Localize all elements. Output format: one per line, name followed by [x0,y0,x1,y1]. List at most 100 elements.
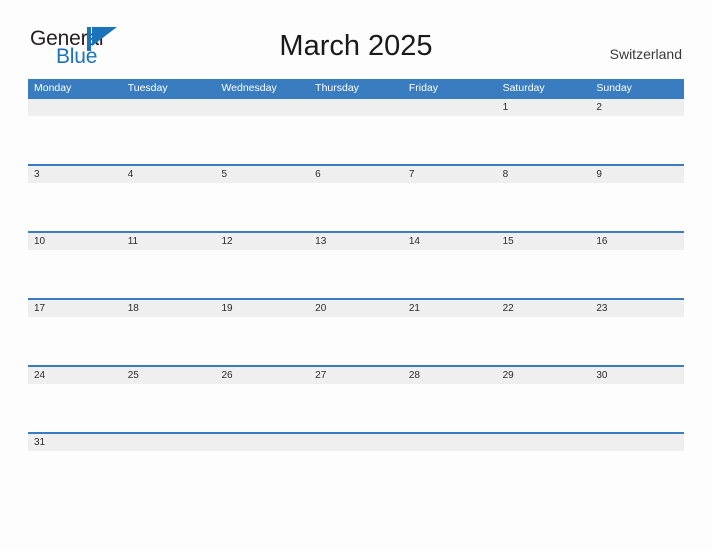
day-note-cell[interactable] [590,116,684,164]
day-number[interactable]: 24 [28,367,122,384]
day-number[interactable]: 25 [122,367,216,384]
day-note-cell[interactable] [309,183,403,231]
day-number[interactable] [590,434,684,451]
day-note-cell[interactable] [497,384,591,432]
day-number[interactable]: 8 [497,166,591,183]
week-day-number-band: 1 2 [28,99,684,116]
day-note-cell[interactable] [403,250,497,298]
day-note-cell[interactable] [309,317,403,365]
day-note-cell[interactable] [309,116,403,164]
day-note-cell[interactable] [497,451,591,499]
day-number[interactable]: 5 [215,166,309,183]
day-number[interactable]: 9 [590,166,684,183]
week-note-area [28,116,684,164]
day-number[interactable]: 6 [309,166,403,183]
day-note-cell[interactable] [28,250,122,298]
day-number[interactable] [215,434,309,451]
day-number[interactable]: 28 [403,367,497,384]
day-note-cell[interactable] [215,183,309,231]
day-note-cell[interactable] [403,183,497,231]
day-number[interactable]: 12 [215,233,309,250]
day-note-cell[interactable] [403,317,497,365]
day-number[interactable]: 29 [497,367,591,384]
calendar-page: General Blue March 2025 Switzerland Mond… [0,0,712,550]
day-note-cell[interactable] [215,250,309,298]
day-note-cell[interactable] [28,317,122,365]
day-note-cell[interactable] [309,250,403,298]
week-row: 1 2 [28,97,684,164]
day-number[interactable]: 7 [403,166,497,183]
day-number[interactable]: 26 [215,367,309,384]
day-number[interactable]: 10 [28,233,122,250]
day-note-cell[interactable] [215,451,309,499]
day-number[interactable]: 4 [122,166,216,183]
day-note-cell[interactable] [403,384,497,432]
day-note-cell[interactable] [215,116,309,164]
day-note-cell[interactable] [309,384,403,432]
day-number[interactable]: 11 [122,233,216,250]
weekday-header-tuesday: Tuesday [127,82,168,94]
day-number[interactable]: 30 [590,367,684,384]
day-note-cell[interactable] [28,384,122,432]
week-day-number-band: 10 11 12 13 14 15 16 [28,233,684,250]
day-number[interactable] [309,99,403,116]
week-note-area [28,317,684,365]
day-note-cell[interactable] [28,116,122,164]
day-number[interactable]: 22 [497,300,591,317]
weekday-header-row: Monday Tuesday Wednesday Thursday Friday… [28,79,684,97]
day-note-cell[interactable] [497,317,591,365]
week-row: 31 [28,432,684,499]
day-number[interactable] [403,99,497,116]
day-note-cell[interactable] [215,384,309,432]
day-number[interactable]: 18 [122,300,216,317]
day-note-cell[interactable] [497,183,591,231]
day-note-cell[interactable] [309,451,403,499]
day-note-cell[interactable] [590,384,684,432]
day-number[interactable]: 31 [28,434,122,451]
day-note-cell[interactable] [215,317,309,365]
day-note-cell[interactable] [497,250,591,298]
day-number[interactable]: 23 [590,300,684,317]
day-note-cell[interactable] [122,384,216,432]
day-note-cell[interactable] [28,451,122,499]
day-number[interactable] [28,99,122,116]
day-note-cell[interactable] [28,183,122,231]
day-note-cell[interactable] [122,183,216,231]
weekday-header-thursday: Thursday [315,82,359,94]
day-note-cell[interactable] [122,116,216,164]
day-number[interactable]: 3 [28,166,122,183]
day-number[interactable]: 14 [403,233,497,250]
day-note-cell[interactable] [590,183,684,231]
day-number[interactable]: 13 [309,233,403,250]
day-note-cell[interactable] [497,116,591,164]
day-note-cell[interactable] [590,451,684,499]
day-note-cell[interactable] [122,317,216,365]
day-note-cell[interactable] [403,451,497,499]
week-note-area [28,451,684,499]
day-number[interactable] [215,99,309,116]
day-number[interactable]: 20 [309,300,403,317]
day-number[interactable]: 1 [497,99,591,116]
day-number[interactable]: 21 [403,300,497,317]
day-number[interactable]: 27 [309,367,403,384]
day-number[interactable]: 19 [215,300,309,317]
day-number[interactable]: 2 [590,99,684,116]
week-row: 10 11 12 13 14 15 16 [28,231,684,298]
day-note-cell[interactable] [590,317,684,365]
day-number[interactable] [497,434,591,451]
day-number[interactable]: 17 [28,300,122,317]
day-note-cell[interactable] [590,250,684,298]
day-number[interactable]: 16 [590,233,684,250]
week-row: 17 18 19 20 21 22 23 [28,298,684,365]
day-number[interactable] [309,434,403,451]
week-row: 24 25 26 27 28 29 30 [28,365,684,432]
day-note-cell[interactable] [122,451,216,499]
day-note-cell[interactable] [122,250,216,298]
day-number[interactable]: 15 [497,233,591,250]
day-number[interactable] [122,434,216,451]
weekday-header-monday: Monday [34,82,72,94]
weekday-header-wednesday: Wednesday [221,82,277,94]
day-number[interactable] [122,99,216,116]
day-note-cell[interactable] [403,116,497,164]
day-number[interactable] [403,434,497,451]
